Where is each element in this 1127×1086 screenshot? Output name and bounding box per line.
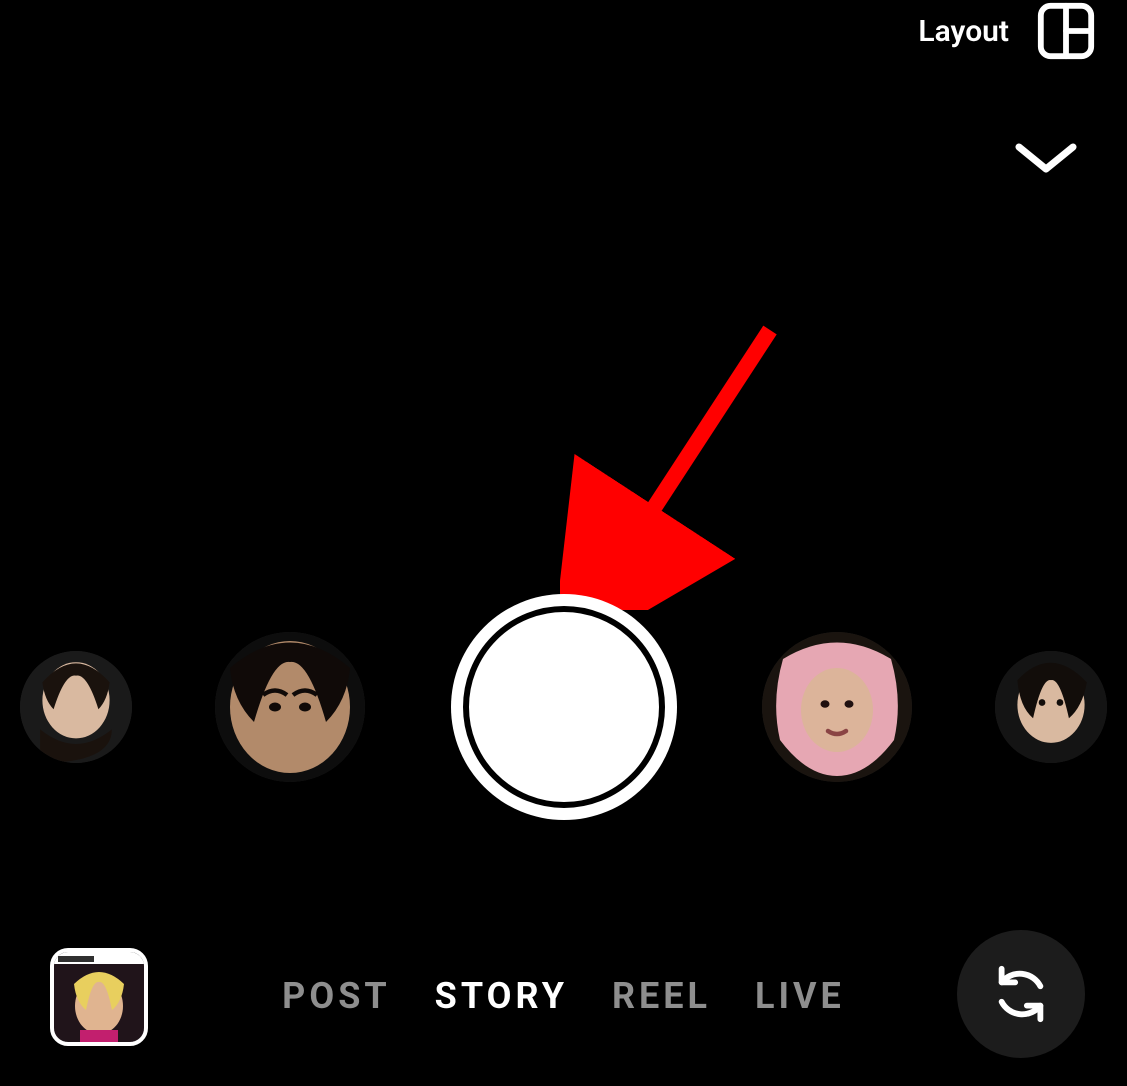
camera-mode-tabs: POST STORY REEL LIVE xyxy=(282,975,845,1017)
camera-bottom-bar: POST STORY REEL LIVE xyxy=(0,946,1127,1046)
annotation-arrow xyxy=(560,320,820,614)
effect-option-3[interactable] xyxy=(762,632,912,782)
camera-tool-row: Layout xyxy=(918,0,1097,62)
effect-option-2[interactable] xyxy=(215,632,365,782)
shutter-button[interactable] xyxy=(451,594,677,820)
layout-tool-label[interactable]: Layout xyxy=(918,14,1009,49)
gallery-thumbnail-button[interactable] xyxy=(50,948,148,1046)
layout-icon[interactable] xyxy=(1035,0,1097,62)
flip-camera-button[interactable] xyxy=(957,930,1085,1058)
effect-option-4[interactable] xyxy=(995,651,1107,763)
effect-option-1[interactable] xyxy=(20,651,132,763)
tools-expand-button[interactable] xyxy=(1013,135,1079,179)
mode-tab-post[interactable]: POST xyxy=(282,975,391,1017)
camera-effects-row xyxy=(0,592,1127,822)
mode-tab-live[interactable]: LIVE xyxy=(755,975,845,1017)
mode-tab-story[interactable]: STORY xyxy=(435,975,568,1017)
chevron-down-icon xyxy=(1013,135,1079,179)
mode-tab-reel[interactable]: REEL xyxy=(612,975,711,1017)
flip-camera-icon xyxy=(990,963,1052,1025)
shutter-inner xyxy=(463,606,665,808)
